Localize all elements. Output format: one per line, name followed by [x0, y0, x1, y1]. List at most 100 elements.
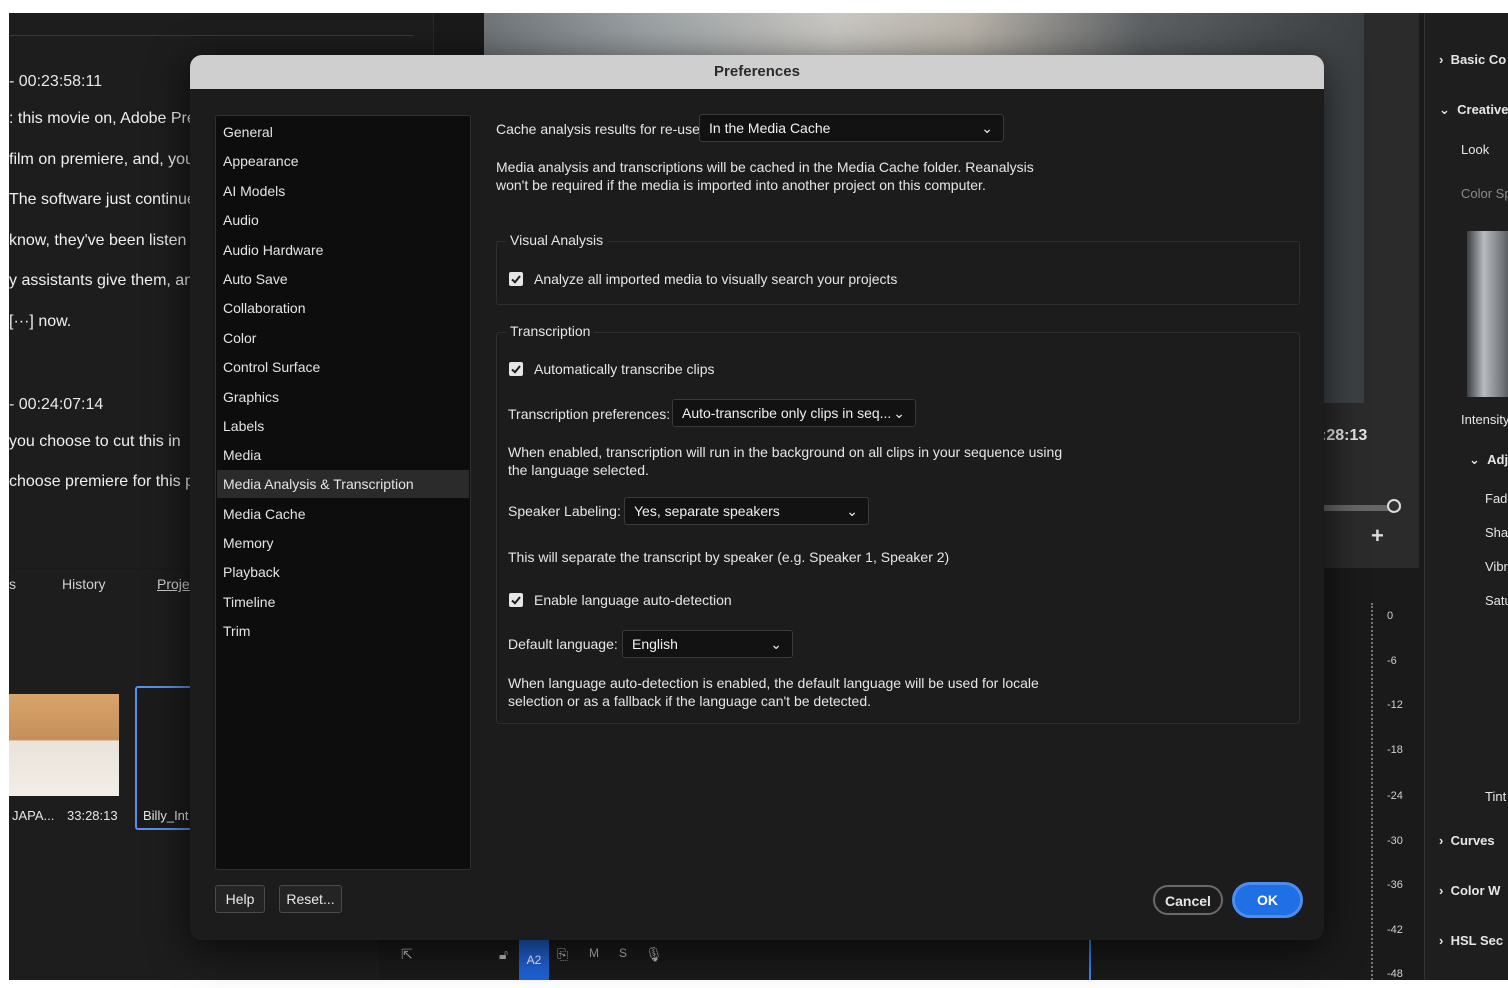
- meter-tick: -42: [1387, 924, 1403, 936]
- speaker-labeling-label: Speaker Labeling:: [508, 503, 621, 519]
- intensity-label: Intensity: [1461, 412, 1508, 427]
- nav-item-labels[interactable]: Labels: [217, 412, 469, 440]
- dialog-titlebar[interactable]: Preferences: [190, 55, 1324, 89]
- default-language-description: When language auto-detection is enabled,…: [508, 675, 1039, 709]
- dialog-title: Preferences: [714, 63, 800, 80]
- section-creative[interactable]: ⌄ Creative: [1439, 102, 1508, 118]
- solo-button[interactable]: S: [619, 946, 627, 960]
- sharpen-label: Shar: [1485, 525, 1508, 540]
- lock-icon[interactable]: 🔓︎: [499, 946, 508, 963]
- cache-analysis-label: Cache analysis results for re-use:: [496, 121, 704, 137]
- preferences-nav: General Appearance AI Models Audio Audio…: [215, 115, 471, 870]
- sync-lock-icon[interactable]: ⎘: [557, 946, 568, 963]
- auto-transcribe-checkbox[interactable]: [509, 362, 523, 376]
- timeline-track-header: [379, 933, 1279, 980]
- lumetri-panel: › Basic Co ⌄ Creative Look Color Sp Inte…: [1424, 13, 1508, 980]
- look-label: Look: [1461, 142, 1490, 157]
- transcript-line[interactable]: [···] now.: [9, 313, 71, 331]
- default-language-dropdown[interactable]: English ⌄: [622, 630, 793, 658]
- transcript-line[interactable]: The software just continue: [9, 191, 196, 209]
- vibrance-label: Vibr: [1485, 559, 1508, 574]
- chevron-down-icon: ⌄: [893, 405, 905, 421]
- auto-transcribe-label[interactable]: Automatically transcribe clips: [534, 361, 715, 377]
- section-basic-correction[interactable]: › Basic Co: [1439, 52, 1506, 67]
- transcription-group: [496, 332, 1300, 724]
- language-detection-checkbox[interactable]: [509, 593, 523, 607]
- monitor-timecode: :28:13: [1321, 427, 1368, 444]
- ok-button[interactable]: OK: [1232, 882, 1303, 918]
- language-detection-label[interactable]: Enable language auto-detection: [534, 592, 732, 608]
- transcript-line[interactable]: film on premiere, and, you: [9, 151, 194, 169]
- nav-item-control-surface[interactable]: Control Surface: [217, 353, 469, 381]
- nav-item-timeline[interactable]: Timeline: [217, 588, 469, 616]
- nav-item-playback[interactable]: Playback: [217, 558, 469, 586]
- section-adjustments[interactable]: ⌄ Adju: [1469, 452, 1508, 468]
- nav-item-color[interactable]: Color: [217, 324, 469, 352]
- track-target-a2[interactable]: A2: [519, 940, 549, 980]
- nav-item-audio-hardware[interactable]: Audio Hardware: [217, 236, 469, 264]
- meter-tick: -48: [1387, 968, 1403, 980]
- help-button[interactable]: Help: [215, 885, 265, 913]
- color-space-label: Color Sp: [1461, 186, 1508, 201]
- section-label: Basic Co: [1450, 52, 1507, 67]
- nav-item-trim[interactable]: Trim: [217, 617, 469, 645]
- preferences-dialog: Preferences General Appearance AI Models…: [190, 55, 1324, 940]
- nav-item-collaboration[interactable]: Collaboration: [217, 294, 469, 322]
- meter-tick: -36: [1387, 879, 1403, 891]
- tint-label: Tint: [1485, 789, 1507, 804]
- default-language-label: Default language:: [508, 636, 618, 652]
- nav-item-media[interactable]: Media: [217, 441, 469, 469]
- cancel-button[interactable]: Cancel: [1153, 885, 1223, 915]
- fade-label: Fade: [1485, 491, 1508, 506]
- transcript-line[interactable]: choose premiere for this p: [9, 473, 194, 491]
- dropdown-value: English: [632, 636, 678, 652]
- add-button[interactable]: +: [1371, 523, 1384, 549]
- visual-analysis-checkbox-label[interactable]: Analyze all imported media to visually s…: [534, 271, 897, 287]
- section-label: Adju: [1487, 452, 1508, 467]
- nav-item-general[interactable]: General: [217, 118, 469, 146]
- microphone-icon[interactable]: 🎙︎: [645, 946, 663, 963]
- meter-tick: -30: [1387, 835, 1403, 847]
- nav-item-auto-save[interactable]: Auto Save: [217, 265, 469, 293]
- section-hsl-secondary[interactable]: › HSL Sec: [1439, 933, 1503, 948]
- snap-icon[interactable]: ⇱: [401, 946, 413, 963]
- tab-history[interactable]: History: [62, 576, 106, 592]
- dropdown-value: Auto-transcribe only clips in seq...: [682, 405, 892, 421]
- nav-item-media-analysis-transcription[interactable]: Media Analysis & Transcription: [217, 470, 469, 498]
- transcription-preferences-label: Transcription preferences:: [508, 406, 671, 422]
- visual-analysis-checkbox[interactable]: [509, 272, 523, 286]
- section-curves[interactable]: › Curves: [1439, 833, 1495, 848]
- check-icon: [511, 596, 521, 605]
- zoom-slider-handle[interactable]: [1387, 499, 1401, 513]
- check-icon: [511, 365, 521, 374]
- transcription-title: Transcription: [506, 323, 595, 339]
- section-label: HSL Sec: [1450, 933, 1504, 948]
- speaker-labeling-dropdown[interactable]: Yes, separate speakers ⌄: [624, 497, 869, 525]
- nav-item-appearance[interactable]: Appearance: [217, 147, 469, 175]
- transcript-line[interactable]: know, they've been listen: [9, 232, 186, 250]
- tab-effects[interactable]: s: [9, 576, 16, 592]
- look-preview[interactable]: [1467, 231, 1508, 397]
- transcript-line[interactable]: y assistants give them, an: [9, 272, 193, 290]
- chevron-down-icon: ⌄: [981, 120, 993, 136]
- transcript-line[interactable]: you choose to cut this in: [9, 433, 181, 451]
- clip-thumbnail[interactable]: [9, 694, 119, 796]
- transcript-line[interactable]: : this movie on, Adobe Pre: [9, 110, 196, 128]
- nav-item-audio[interactable]: Audio: [217, 206, 469, 234]
- nav-item-ai-models[interactable]: AI Models: [217, 177, 469, 205]
- nav-item-media-cache[interactable]: Media Cache: [217, 500, 469, 528]
- meter-tick: -18: [1387, 744, 1403, 756]
- section-label: Color W: [1450, 883, 1501, 898]
- transcription-preferences-dropdown[interactable]: Auto-transcribe only clips in seq... ⌄: [672, 399, 916, 427]
- cache-analysis-dropdown[interactable]: In the Media Cache ⌄: [699, 114, 1004, 142]
- reset-button[interactable]: Reset...: [279, 885, 342, 913]
- section-label: Curves: [1450, 833, 1495, 848]
- playhead[interactable]: [1089, 940, 1091, 980]
- mute-button[interactable]: M: [589, 946, 599, 960]
- nav-item-memory[interactable]: Memory: [217, 529, 469, 557]
- dropdown-value: Yes, separate speakers: [634, 503, 780, 519]
- section-color-wheels[interactable]: › Color W: [1439, 883, 1500, 898]
- nav-item-graphics[interactable]: Graphics: [217, 383, 469, 411]
- transcript-timecode: - 00:24:07:14: [9, 396, 104, 413]
- check-icon: [511, 275, 521, 284]
